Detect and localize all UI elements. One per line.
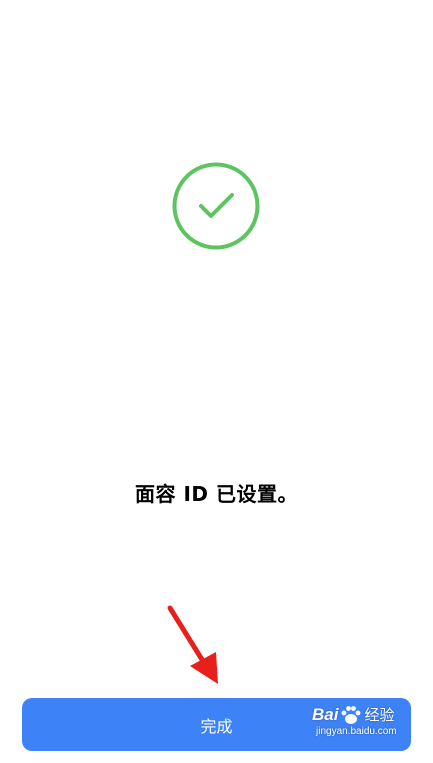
paw-icon: [342, 705, 361, 724]
done-button-label: 完成: [200, 716, 233, 736]
red-arrow-annotation: [167, 605, 218, 684]
check-ring: [172, 162, 260, 250]
check-mark: [199, 193, 234, 218]
status-message: 面容 ID 已设置。: [135, 482, 298, 506]
face-id-setup-complete-screen: 面容 ID 已设置。 完成 Bai 经验 jingyan.baidu.com: [0, 0, 433, 763]
watermark-suffix: 经验: [364, 706, 395, 724]
watermark-url: jingyan.baidu.com: [316, 726, 397, 737]
checkmark-circle-icon: [172, 162, 260, 250]
baidu-jingyan-watermark: Bai 经验 jingyan.baidu.com: [312, 704, 412, 752]
watermark-brand: Bai: [312, 704, 339, 724]
